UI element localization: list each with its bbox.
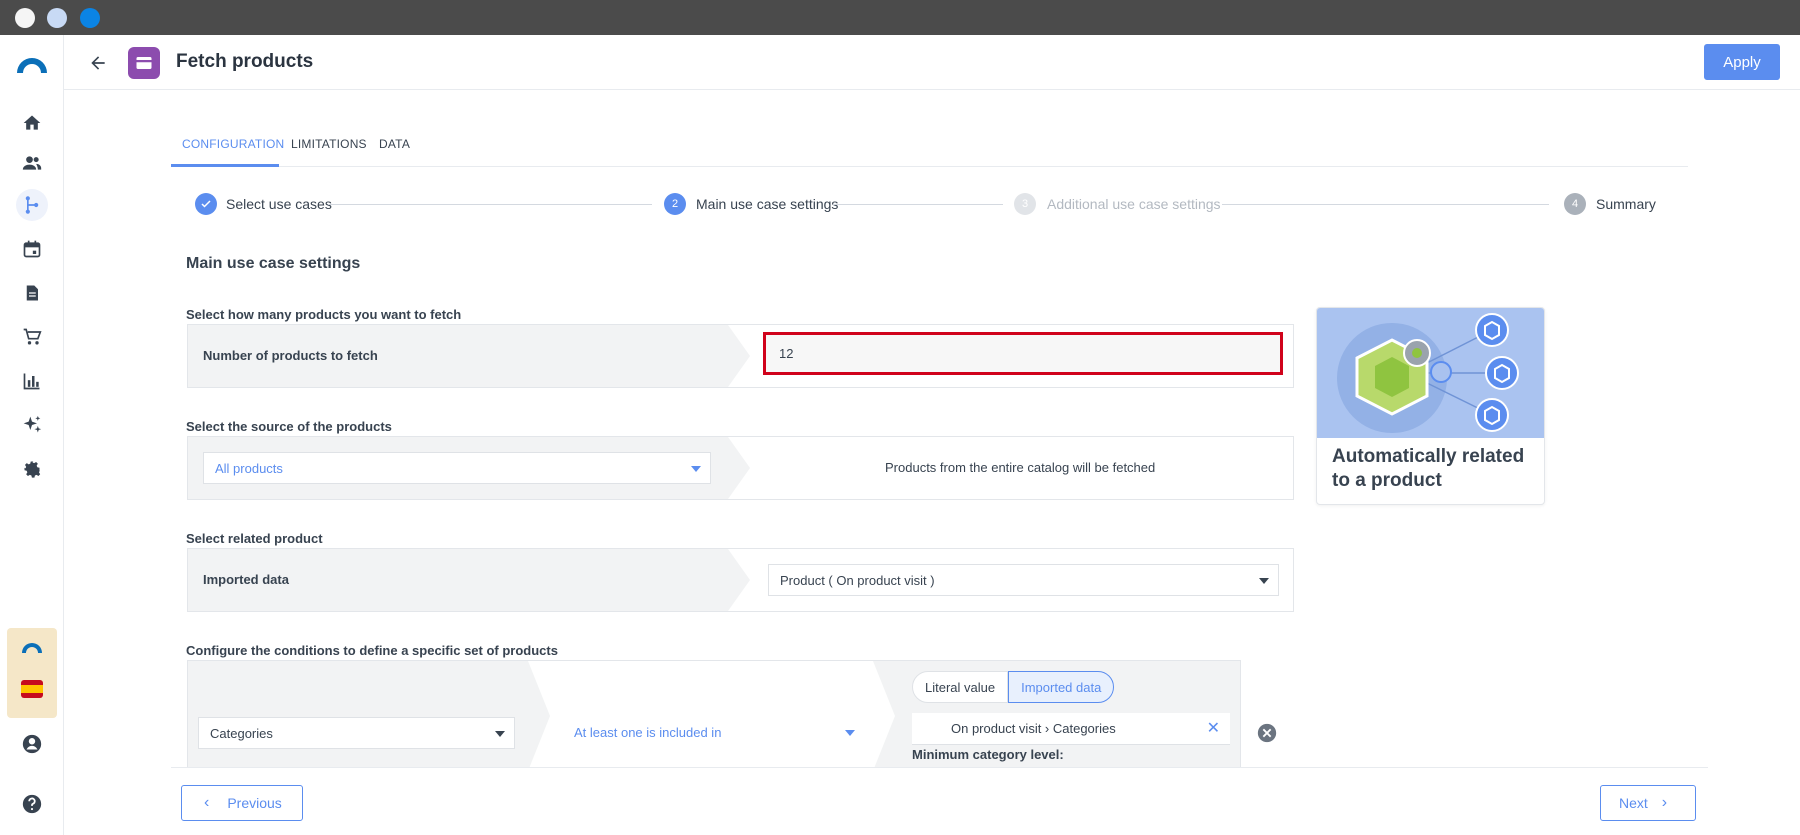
imported-data-toggle[interactable]: Imported data: [1008, 671, 1115, 703]
related-product-row: Imported data Product ( On product visit…: [187, 548, 1294, 612]
condition-operator-cell: At least one is included in: [528, 661, 895, 771]
next-button[interactable]: Next ›: [1600, 785, 1696, 821]
related-product-value: Product ( On product visit ): [780, 573, 935, 588]
workspace-switcher[interactable]: [7, 628, 57, 718]
wizard-footer: ‹ Previous Next ›: [171, 767, 1708, 835]
help-icon[interactable]: [16, 788, 48, 820]
use-case-card: Automatically related to a product: [1316, 307, 1545, 505]
window-titlebar: [0, 0, 1800, 35]
step-connector: [1222, 204, 1549, 205]
step-4-number[interactable]: 4: [1564, 193, 1586, 215]
imported-value-field[interactable]: On product visit › Categories ✕: [912, 713, 1230, 745]
product-source-value: All products: [215, 461, 283, 476]
conditions-label: Configure the conditions to define a spe…: [186, 643, 558, 658]
app-logo-icon[interactable]: [14, 53, 50, 82]
product-source-select[interactable]: All products: [203, 452, 711, 484]
remove-condition-icon[interactable]: [1256, 722, 1278, 744]
card-title: Automatically related to a product: [1332, 446, 1525, 491]
window-maximize-button[interactable]: [80, 8, 100, 28]
automation-flow-icon[interactable]: [16, 189, 48, 221]
chevron-down-icon: [495, 731, 505, 737]
condition-attribute-select[interactable]: Categories: [198, 717, 515, 749]
wizard-stepper: Select use cases 2 Main use case setting…: [171, 190, 1688, 218]
next-button-label: Next: [1619, 795, 1648, 811]
condition-operator-select[interactable]: At least one is included in: [554, 717, 864, 749]
home-icon[interactable]: [16, 107, 48, 139]
apply-button[interactable]: Apply: [1704, 44, 1780, 80]
tab-configuration[interactable]: CONFIGURATION: [171, 130, 284, 167]
workspace-logo-icon: [20, 640, 44, 659]
tab-data[interactable]: DATA: [379, 130, 410, 167]
step-2-number[interactable]: 2: [664, 193, 686, 215]
fetch-count-row: Number of products to fetch: [187, 324, 1294, 388]
tab-limitations[interactable]: LIMITATIONS: [291, 130, 367, 167]
account-icon[interactable]: [16, 728, 48, 760]
step-3-number: 3: [1014, 193, 1036, 215]
spain-flag-icon: [21, 680, 43, 698]
people-icon[interactable]: [16, 147, 48, 179]
fetch-products-node-icon: [128, 47, 160, 79]
number-of-products-input[interactable]: [763, 332, 1283, 375]
step-2-label[interactable]: Main use case settings: [696, 196, 838, 212]
window-close-button[interactable]: [15, 8, 35, 28]
chevron-right-icon: ›: [1661, 794, 1668, 811]
settings-gear-icon[interactable]: [16, 453, 48, 485]
step-1-check-icon[interactable]: [195, 193, 217, 215]
imported-data-label: Imported data: [203, 572, 289, 587]
related-product-row-header: Imported data: [188, 549, 750, 611]
clear-icon[interactable]: ✕: [1207, 718, 1220, 738]
section-title: Main use case settings: [186, 255, 361, 272]
cart-icon[interactable]: [16, 321, 48, 353]
source-label: Select the source of the products: [186, 419, 392, 434]
related-product-label: Select related product: [186, 531, 323, 546]
source-row-header: All products: [188, 437, 750, 499]
step-3-label: Additional use case settings: [1047, 196, 1221, 212]
left-sidebar: [0, 35, 64, 835]
page-title: Fetch products: [176, 51, 314, 72]
previous-button-label: Previous: [227, 795, 282, 811]
page-header: Fetch products Apply: [64, 35, 1800, 90]
analytics-icon[interactable]: [16, 365, 48, 397]
value-type-toggle: Literal value Imported data: [912, 671, 1115, 703]
chevron-down-icon: [845, 730, 855, 736]
chevron-down-icon: [691, 466, 701, 472]
chevron-down-icon: [1259, 578, 1269, 584]
condition-attribute-value: Categories: [210, 726, 273, 741]
step-connector: [328, 204, 652, 205]
step-4-label[interactable]: Summary: [1596, 196, 1656, 212]
tab-bar: CONFIGURATION LIMITATIONS DATA: [171, 130, 1688, 167]
source-info-text: Products from the entire catalog will be…: [885, 460, 1156, 475]
source-row: All products Products from the entire ca…: [187, 436, 1294, 500]
fetch-count-label: Select how many products you want to fet…: [186, 307, 462, 322]
literal-value-toggle[interactable]: Literal value: [912, 671, 1009, 703]
step-1-label[interactable]: Select use cases: [226, 196, 332, 212]
related-product-select[interactable]: Product ( On product visit ): [768, 564, 1279, 596]
fetch-count-row-header: Number of products to fetch: [188, 325, 750, 387]
imported-value-chip: On product visit › Categories: [951, 721, 1116, 736]
chevron-left-icon: ‹: [204, 794, 210, 811]
document-icon[interactable]: [16, 277, 48, 309]
condition-operator-value: At least one is included in: [574, 725, 722, 740]
previous-button[interactable]: ‹ Previous: [181, 785, 303, 821]
back-arrow-icon[interactable]: [84, 49, 112, 77]
related-products-illustration: [1317, 308, 1544, 438]
step-connector: [833, 204, 1003, 205]
calendar-icon[interactable]: [16, 233, 48, 265]
window-minimize-button[interactable]: [47, 8, 67, 28]
ai-sparkle-icon[interactable]: [16, 409, 48, 441]
minimum-category-level-label: Minimum category level:: [912, 747, 1064, 762]
number-of-products-label: Number of products to fetch: [203, 348, 378, 363]
